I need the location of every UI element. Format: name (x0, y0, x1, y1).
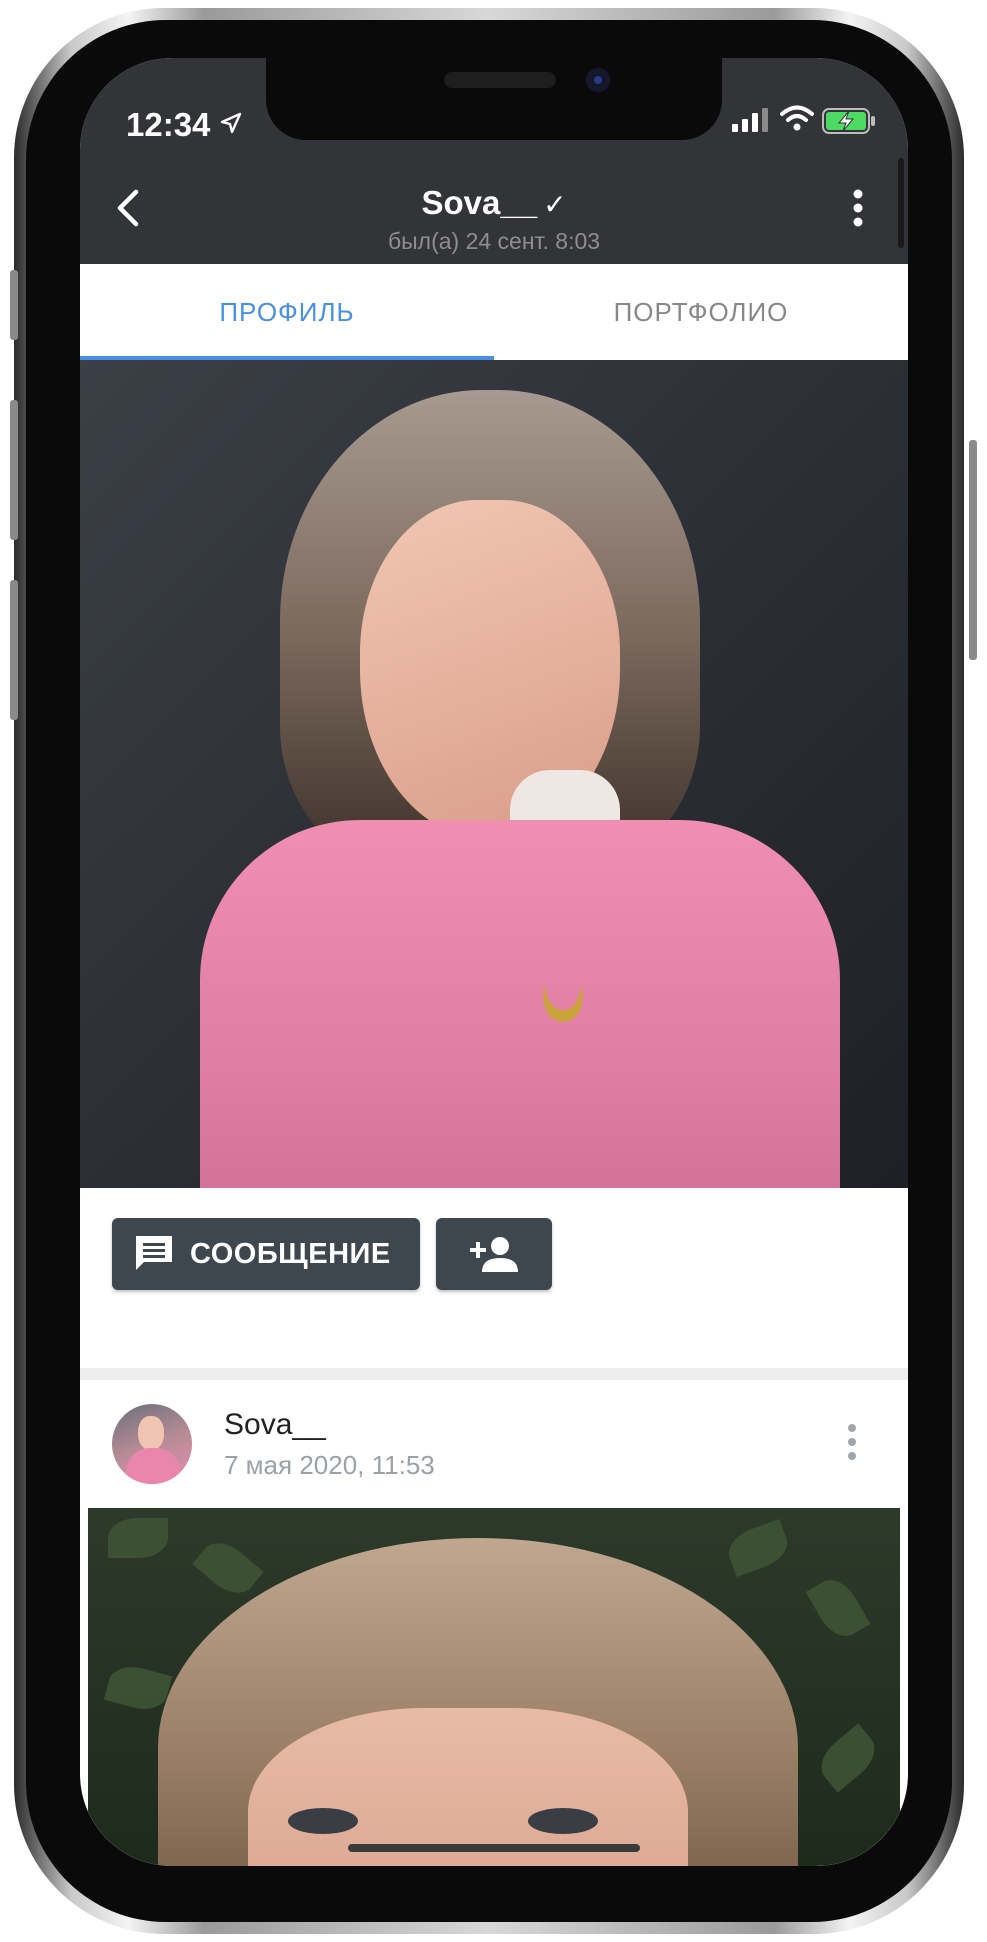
message-button-label: СООБЩЕНИЕ (190, 1238, 391, 1270)
leaf (812, 1723, 884, 1793)
avatar-face (138, 1416, 164, 1450)
message-button[interactable]: СООБЩЕНИЕ (112, 1218, 420, 1290)
post-author[interactable]: Sova__ (224, 1408, 326, 1442)
location-arrow-icon (220, 112, 242, 134)
speaker (444, 72, 556, 88)
side-button (10, 580, 18, 720)
verified-check-icon: ✓ (543, 189, 567, 220)
avatar-hoodie (126, 1448, 180, 1484)
page-title: Sova__ (421, 184, 538, 221)
avatar[interactable] (112, 1404, 192, 1484)
side-button (10, 400, 18, 540)
photo-hoodie (200, 820, 840, 1188)
leaf (103, 1660, 173, 1716)
leaf (192, 1533, 264, 1603)
header-title-group: Sova__ ✓ (80, 184, 908, 222)
side-button (969, 440, 977, 660)
post-more-options-button[interactable] (842, 1422, 862, 1462)
camera (586, 68, 610, 92)
wifi-icon (780, 105, 814, 131)
screen: 12:34 Sova__ ✓ был(а) 24 сент. 8:03 ПРОФ… (80, 58, 908, 1866)
chat-bubble-icon (136, 1236, 172, 1270)
tab-bar: ПРОФИЛЬ ПОРТФОЛИО (80, 264, 908, 360)
tab-portfolio[interactable]: ПОРТФОЛИО (494, 264, 908, 360)
last-seen-text: был(а) 24 сент. 8:03 (387, 228, 601, 254)
home-indicator[interactable] (348, 1844, 640, 1852)
leaf (805, 1572, 871, 1644)
moon-emblem-icon (543, 984, 583, 1022)
post-photo-face (248, 1708, 688, 1866)
add-friend-button[interactable] (436, 1218, 552, 1290)
section-divider (80, 1368, 908, 1380)
leaf (108, 1518, 168, 1558)
more-options-button[interactable] (838, 184, 878, 232)
post-photo-eye (288, 1808, 358, 1834)
notch (266, 58, 722, 140)
signal-icon (732, 108, 768, 132)
post-image[interactable] (88, 1508, 900, 1866)
scrollbar[interactable] (898, 158, 904, 248)
post-photo-eye (528, 1808, 598, 1834)
status-time: 12:34 (126, 106, 211, 143)
post-card: Sova__ 7 мая 2020, 11:53 (88, 1380, 900, 1866)
leaf (722, 1518, 794, 1578)
post-date: 7 мая 2020, 11:53 (224, 1450, 435, 1480)
person-add-icon (470, 1237, 518, 1272)
side-button (10, 270, 18, 340)
profile-photo[interactable] (80, 360, 908, 1188)
battery-charging-icon (822, 108, 875, 134)
post-header: Sova__ 7 мая 2020, 11:53 (88, 1380, 900, 1508)
tab-profile[interactable]: ПРОФИЛЬ (80, 264, 494, 360)
profile-actions: СООБЩЕНИЕ (80, 1188, 908, 1368)
app-bar: 12:34 Sova__ ✓ был(а) 24 сент. 8:03 (80, 58, 908, 264)
